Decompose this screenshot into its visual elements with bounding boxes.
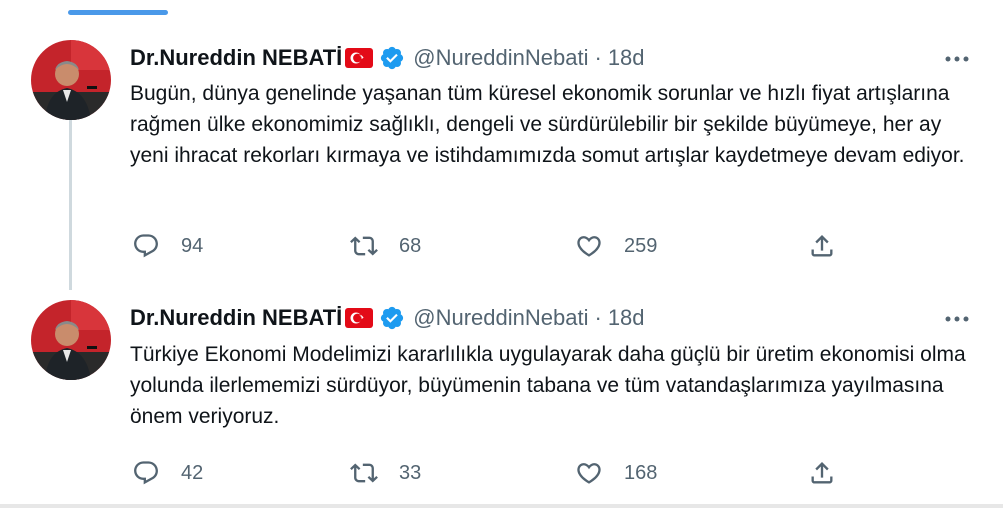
tweet-header: Dr.Nureddin NEBATİ @NureddinNebati · 18d bbox=[130, 41, 645, 75]
separator-dot: · bbox=[594, 45, 602, 70]
bottom-divider bbox=[0, 504, 1003, 508]
share-button[interactable] bbox=[808, 231, 836, 261]
tab-indicator bbox=[68, 10, 168, 15]
reply-count: 94 bbox=[181, 234, 204, 257]
reply-button[interactable]: 42 bbox=[132, 458, 203, 488]
tweet-text: Türkiye Ekonomi Modelimizi kararlılıkla … bbox=[130, 343, 966, 428]
verified-badge-icon bbox=[379, 45, 405, 71]
author-name[interactable]: Dr.Nureddin NEBATİ bbox=[130, 45, 342, 71]
tweet-header: Dr.Nureddin NEBATİ @NureddinNebati · 18d bbox=[130, 301, 645, 335]
retweet-icon bbox=[350, 463, 378, 483]
reply-count: 42 bbox=[181, 461, 204, 484]
author-name[interactable]: Dr.Nureddin NEBATİ bbox=[130, 305, 342, 331]
share-icon bbox=[811, 235, 833, 257]
retweet-button[interactable]: 68 bbox=[350, 231, 421, 261]
separator-dot: · bbox=[594, 305, 602, 330]
like-count: 259 bbox=[624, 234, 658, 257]
thread-connector-line bbox=[69, 120, 72, 290]
like-count: 168 bbox=[624, 461, 658, 484]
retweet-icon bbox=[350, 236, 378, 256]
more-options-icon[interactable] bbox=[942, 307, 972, 331]
timestamp[interactable]: 18d bbox=[608, 305, 645, 331]
share-button[interactable] bbox=[808, 458, 836, 488]
more-options-icon[interactable] bbox=[942, 47, 972, 71]
author-handle[interactable]: @NureddinNebati bbox=[413, 305, 588, 331]
reply-icon bbox=[134, 461, 158, 485]
turkey-flag-icon bbox=[345, 48, 374, 68]
like-heart-icon bbox=[577, 463, 601, 484]
like-button[interactable]: 168 bbox=[575, 458, 657, 488]
retweet-count: 33 bbox=[399, 461, 422, 484]
reply-button[interactable]: 94 bbox=[132, 231, 203, 261]
retweet-count: 68 bbox=[399, 234, 422, 257]
author-handle[interactable]: @NureddinNebati bbox=[413, 45, 588, 71]
timestamp[interactable]: 18d bbox=[608, 45, 645, 71]
avatar[interactable] bbox=[31, 40, 111, 120]
retweet-button[interactable]: 33 bbox=[350, 458, 421, 488]
tweet-actions: 42 33 168 bbox=[130, 458, 850, 488]
like-heart-icon bbox=[577, 236, 601, 257]
verified-badge-icon bbox=[379, 305, 405, 331]
share-icon bbox=[811, 462, 833, 484]
tweet-text: Bugün, dünya genelinde yaşanan tüm küres… bbox=[130, 82, 965, 167]
reply-icon bbox=[134, 234, 158, 258]
avatar[interactable] bbox=[31, 300, 111, 380]
like-button[interactable]: 259 bbox=[575, 231, 657, 261]
tweet-actions: 94 68 259 bbox=[130, 231, 850, 261]
turkey-flag-icon bbox=[345, 308, 374, 328]
